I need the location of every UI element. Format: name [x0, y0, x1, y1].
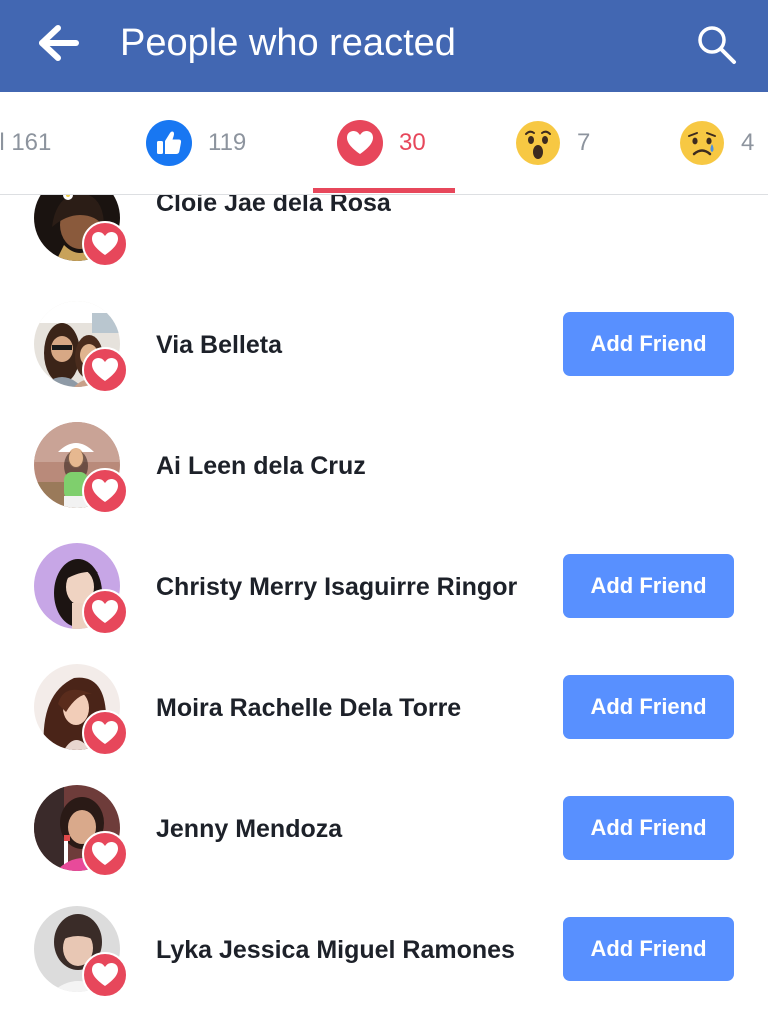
love-icon: [82, 710, 128, 756]
active-tab-indicator: [313, 188, 455, 193]
tab-all-count: ll 161: [0, 129, 52, 156]
header-bar: People who reacted: [0, 0, 768, 92]
add-friend-button[interactable]: Add Friend: [563, 554, 734, 618]
avatar[interactable]: [34, 543, 128, 635]
back-arrow-icon[interactable]: [38, 24, 82, 62]
love-icon: [82, 589, 128, 635]
page-title: People who reacted: [120, 22, 456, 64]
sad-icon: [680, 121, 724, 165]
search-icon[interactable]: [694, 22, 738, 66]
love-icon: [82, 221, 128, 267]
avatar[interactable]: [34, 785, 128, 877]
love-icon: [82, 831, 128, 877]
love-icon: [337, 120, 383, 166]
reaction-tabs: ll 161 119 30 7: [0, 92, 768, 195]
person-name[interactable]: Moira Rachelle Dela Torre: [156, 694, 461, 723]
tab-all[interactable]: ll 161: [0, 92, 51, 194]
list-item[interactable]: Via Belleta Add Friend: [0, 296, 768, 417]
avatar[interactable]: [34, 301, 128, 393]
person-name[interactable]: Jenny Mendoza: [156, 815, 342, 844]
tab-wow[interactable]: 7: [515, 92, 590, 194]
tab-sad[interactable]: 4: [679, 92, 754, 194]
tab-like[interactable]: 119: [146, 92, 246, 194]
tab-love[interactable]: 30: [337, 92, 426, 194]
tab-like-count: 119: [208, 129, 247, 156]
person-name[interactable]: Cloie Jae dela Rosa: [156, 195, 391, 218]
love-icon: [82, 347, 128, 393]
avatar[interactable]: [34, 906, 128, 998]
list-item[interactable]: Jenny Mendoza Add Friend: [0, 780, 768, 901]
wow-icon: [516, 121, 560, 165]
add-friend-button[interactable]: Add Friend: [563, 796, 734, 860]
list-item[interactable]: Ai Leen dela Cruz: [0, 417, 768, 538]
avatar[interactable]: [34, 422, 128, 514]
tab-wow-count: 7: [577, 129, 591, 156]
list-item[interactable]: Lyka Jessica Miguel Ramones Add Friend: [0, 901, 768, 1016]
like-icon: [146, 120, 192, 166]
love-icon: [82, 952, 128, 998]
list-item[interactable]: Cloie Jae dela Rosa: [0, 195, 768, 296]
person-name[interactable]: Ai Leen dela Cruz: [156, 452, 366, 481]
avatar[interactable]: [34, 664, 128, 756]
person-name[interactable]: Via Belleta: [156, 331, 282, 360]
add-friend-button[interactable]: Add Friend: [563, 675, 734, 739]
add-friend-button[interactable]: Add Friend: [563, 917, 734, 981]
tab-sad-count: 4: [741, 129, 755, 156]
avatar[interactable]: [34, 195, 128, 267]
list-item[interactable]: Christy Merry Isaguirre Ringor Add Frien…: [0, 538, 768, 659]
person-name[interactable]: Christy Merry Isaguirre Ringor: [156, 573, 517, 602]
list-item[interactable]: Moira Rachelle Dela Torre Add Friend: [0, 659, 768, 780]
person-name[interactable]: Lyka Jessica Miguel Ramones: [156, 936, 515, 965]
love-icon: [82, 468, 128, 514]
tab-love-count: 30: [399, 129, 426, 156]
add-friend-button[interactable]: Add Friend: [563, 312, 734, 376]
people-list: Cloie Jae dela Rosa Via Belleta Add Frie…: [0, 195, 768, 1016]
